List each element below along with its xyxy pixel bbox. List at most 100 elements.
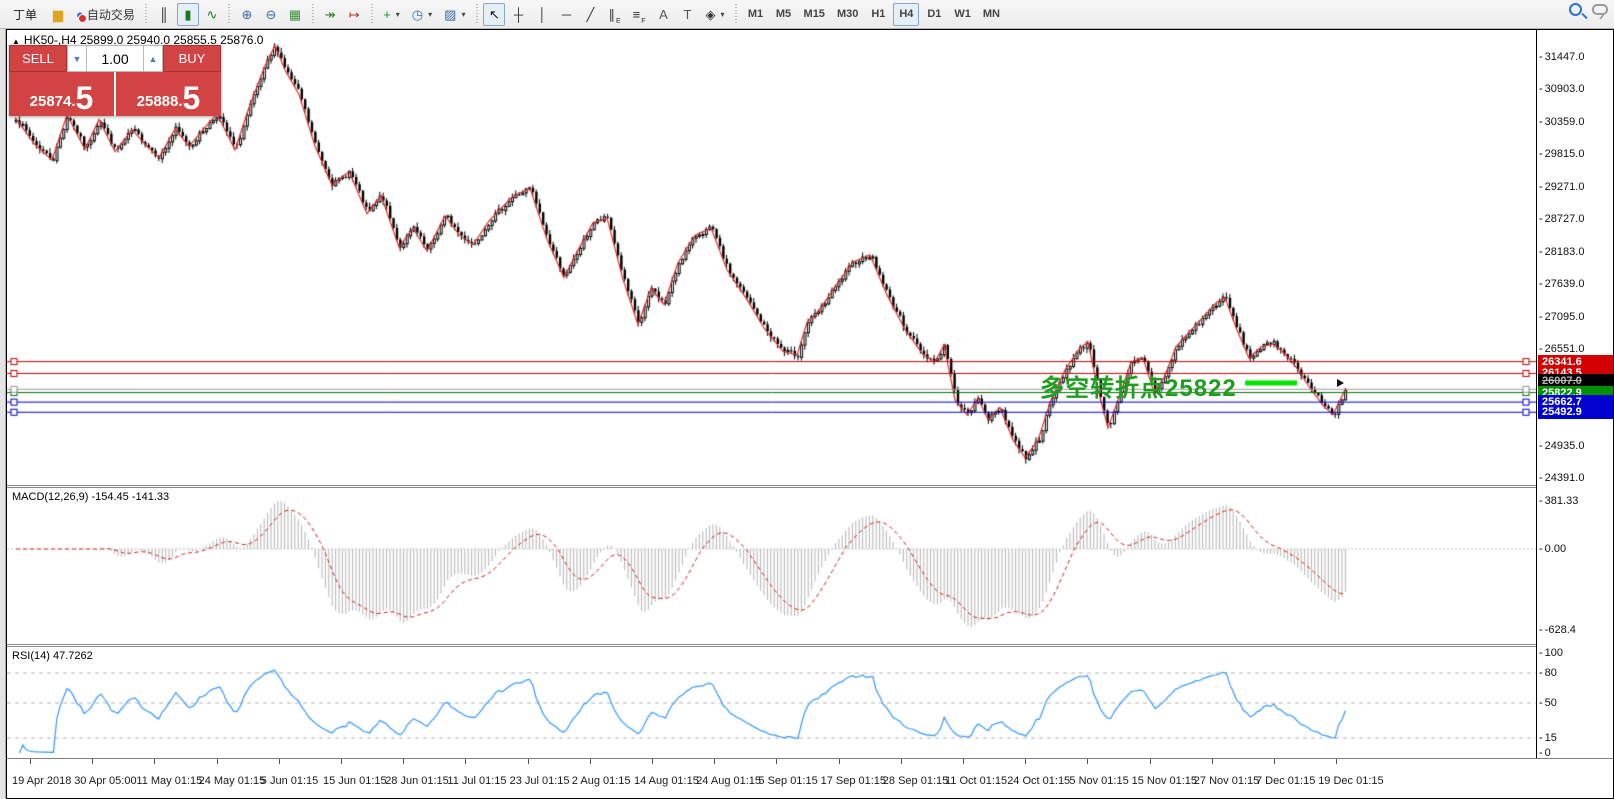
date-tick xyxy=(1212,759,1213,764)
date-label: 24 Aug 01:15 xyxy=(696,775,761,787)
date-label: 27 Nov 01:15 xyxy=(1194,775,1259,787)
timeframe-h4[interactable]: H4 xyxy=(893,3,919,26)
templates-icon[interactable]: ▨▾ xyxy=(439,3,470,26)
date-tick xyxy=(1274,759,1275,764)
timeframe-w1[interactable]: W1 xyxy=(949,3,976,26)
timeframe-m15[interactable]: M15 xyxy=(799,3,830,26)
price-tick: 24935.0 xyxy=(1539,440,1584,452)
top-toolbar: 丁单▆●自动交易║▮∿⊕⊖▦↠↦+▾◷▾▨▾↖┼│─╱∥E≡FAT◈▾M1M5M… xyxy=(0,0,1614,29)
cursor-icon[interactable]: ↖ xyxy=(483,3,505,26)
zoom-in-icon[interactable]: ⊕ xyxy=(236,3,258,26)
buy-button[interactable]: BUY xyxy=(163,45,221,72)
indicators-icon[interactable]: +▾ xyxy=(378,3,405,26)
chart-shift-icon[interactable]: ↦ xyxy=(343,3,365,26)
date-tick xyxy=(217,759,218,764)
zoom-out-icon: ⊖ xyxy=(265,8,276,21)
toolbar-separator xyxy=(143,4,150,24)
toolbar-separator xyxy=(733,4,740,24)
bar-chart-icon[interactable]: ║ xyxy=(153,3,175,26)
text-icon[interactable]: A xyxy=(653,3,675,26)
main-chart-canvas[interactable] xyxy=(7,30,1536,485)
chart-shift-icon: ↦ xyxy=(349,8,360,21)
chat-icon[interactable] xyxy=(1592,4,1608,15)
date-label: 7 Dec 01:15 xyxy=(1256,775,1315,787)
text-icon: A xyxy=(659,8,668,21)
price-tick: 30903.0 xyxy=(1539,83,1584,95)
arrows-icon[interactable]: ◈▾ xyxy=(701,3,730,26)
periods-icon[interactable]: ◷▾ xyxy=(407,3,437,26)
buy-price[interactable]: 25888.5 xyxy=(116,72,221,116)
timeframe-h1[interactable]: H1 xyxy=(865,3,891,26)
date-label: 2 Aug 01:15 xyxy=(572,775,631,787)
dropdown-caret-icon[interactable]: ▾ xyxy=(428,10,432,19)
price-tick: 27639.0 xyxy=(1539,278,1584,290)
crosshair-icon[interactable]: ┼ xyxy=(507,3,529,26)
volume-down-button[interactable]: ▼ xyxy=(67,45,87,72)
date-label: 30 Apr 05:00 xyxy=(74,775,136,787)
date-axis[interactable]: 19 Apr 201830 Apr 05:0011 May 01:1524 Ma… xyxy=(7,758,1613,798)
date-label: 28 Sep 01:15 xyxy=(883,775,948,787)
gold-icon[interactable]: ▆ xyxy=(47,3,69,26)
rsi-axis-label: 50 xyxy=(1539,697,1557,709)
price-line-label[interactable]: 25492.9 xyxy=(1538,405,1613,419)
timeframe-m5[interactable]: M5 xyxy=(771,3,797,26)
macd-pane-canvas[interactable] xyxy=(7,488,1536,644)
volume-up-button[interactable]: ▲ xyxy=(143,45,163,72)
price-tick: 29815.0 xyxy=(1539,148,1584,160)
date-label: 19 Apr 2018 xyxy=(12,775,71,787)
price-tick: 28183.0 xyxy=(1539,246,1584,258)
tile-windows-icon[interactable]: ▦ xyxy=(284,3,306,26)
date-tick xyxy=(30,759,31,764)
vertical-line-icon[interactable]: │ xyxy=(531,3,553,26)
auto-trading-icon[interactable]: ●自动交易 xyxy=(71,3,140,26)
date-label: 11 Jul 01:15 xyxy=(447,775,506,787)
rsi-axis-label: 15 xyxy=(1539,732,1557,744)
text-label-icon: T xyxy=(684,8,692,21)
chart-window: ▲HK50-,H4 25899.0 25940.0 25855.5 25876.… xyxy=(6,29,1614,799)
date-label: 15 Jun 01:15 xyxy=(323,775,387,787)
timeframe-m30[interactable]: M30 xyxy=(832,3,863,26)
date-label: 5 Sep 01:15 xyxy=(758,775,817,787)
timeframe-mn[interactable]: MN xyxy=(978,3,1005,26)
date-tick xyxy=(279,759,280,764)
candlestick-chart-icon[interactable]: ▮ xyxy=(177,3,199,26)
date-tick xyxy=(776,759,777,764)
rsi-axis-label: 100 xyxy=(1539,647,1563,659)
price-tick: 27095.0 xyxy=(1539,311,1584,323)
arrow-marker-icon[interactable] xyxy=(1337,379,1344,387)
price-tick: 30359.0 xyxy=(1539,116,1584,128)
price-tick: 26551.0 xyxy=(1539,343,1584,355)
date-tick xyxy=(1025,759,1026,764)
auto-scroll-icon[interactable]: ↠ xyxy=(319,3,341,26)
price-tick: 24391.0 xyxy=(1539,472,1584,484)
annotation-text[interactable]: 多空转折点25822 xyxy=(1040,368,1237,403)
zoom-out-icon[interactable]: ⊖ xyxy=(260,3,282,26)
dropdown-caret-icon[interactable]: ▾ xyxy=(461,10,465,19)
dropdown-caret-icon[interactable]: ▾ xyxy=(721,10,725,19)
timeframe-d1[interactable]: D1 xyxy=(921,3,947,26)
volume-input[interactable]: 1.00 xyxy=(87,45,143,72)
price-axis[interactable]: 31447.030903.030359.029815.029271.028727… xyxy=(1536,30,1613,758)
sell-button[interactable]: SELL xyxy=(9,45,67,72)
periods-icon: ◷ xyxy=(412,8,423,21)
dropdown-caret-icon[interactable]: ▾ xyxy=(396,10,400,19)
rsi-label: RSI(14) 47.7262 xyxy=(12,650,93,662)
rsi-pane-canvas[interactable] xyxy=(7,647,1536,760)
horizontal-line-icon: ─ xyxy=(562,8,571,21)
text-label-icon[interactable]: T xyxy=(677,3,699,26)
zoom-in-icon: ⊕ xyxy=(241,8,252,21)
fibonacci-icon[interactable]: ≡F xyxy=(628,3,651,26)
trendline-icon[interactable]: ╱ xyxy=(579,3,601,26)
line-chart-icon[interactable]: ∿ xyxy=(201,3,223,26)
timeframe-m1[interactable]: M1 xyxy=(743,3,769,26)
equidistant-channel-icon[interactable]: ∥E xyxy=(603,3,625,26)
date-tick xyxy=(652,759,653,764)
new-order-label: 丁单 xyxy=(8,3,42,26)
horizontal-line-icon[interactable]: ─ xyxy=(555,3,577,26)
date-tick xyxy=(528,759,529,764)
trendline-icon: ╱ xyxy=(587,8,595,21)
date-tick xyxy=(1150,759,1151,764)
search-icon[interactable] xyxy=(1569,3,1582,16)
auto-trading-icon: ● xyxy=(76,8,84,21)
sell-price[interactable]: 25874.5 xyxy=(9,72,114,116)
